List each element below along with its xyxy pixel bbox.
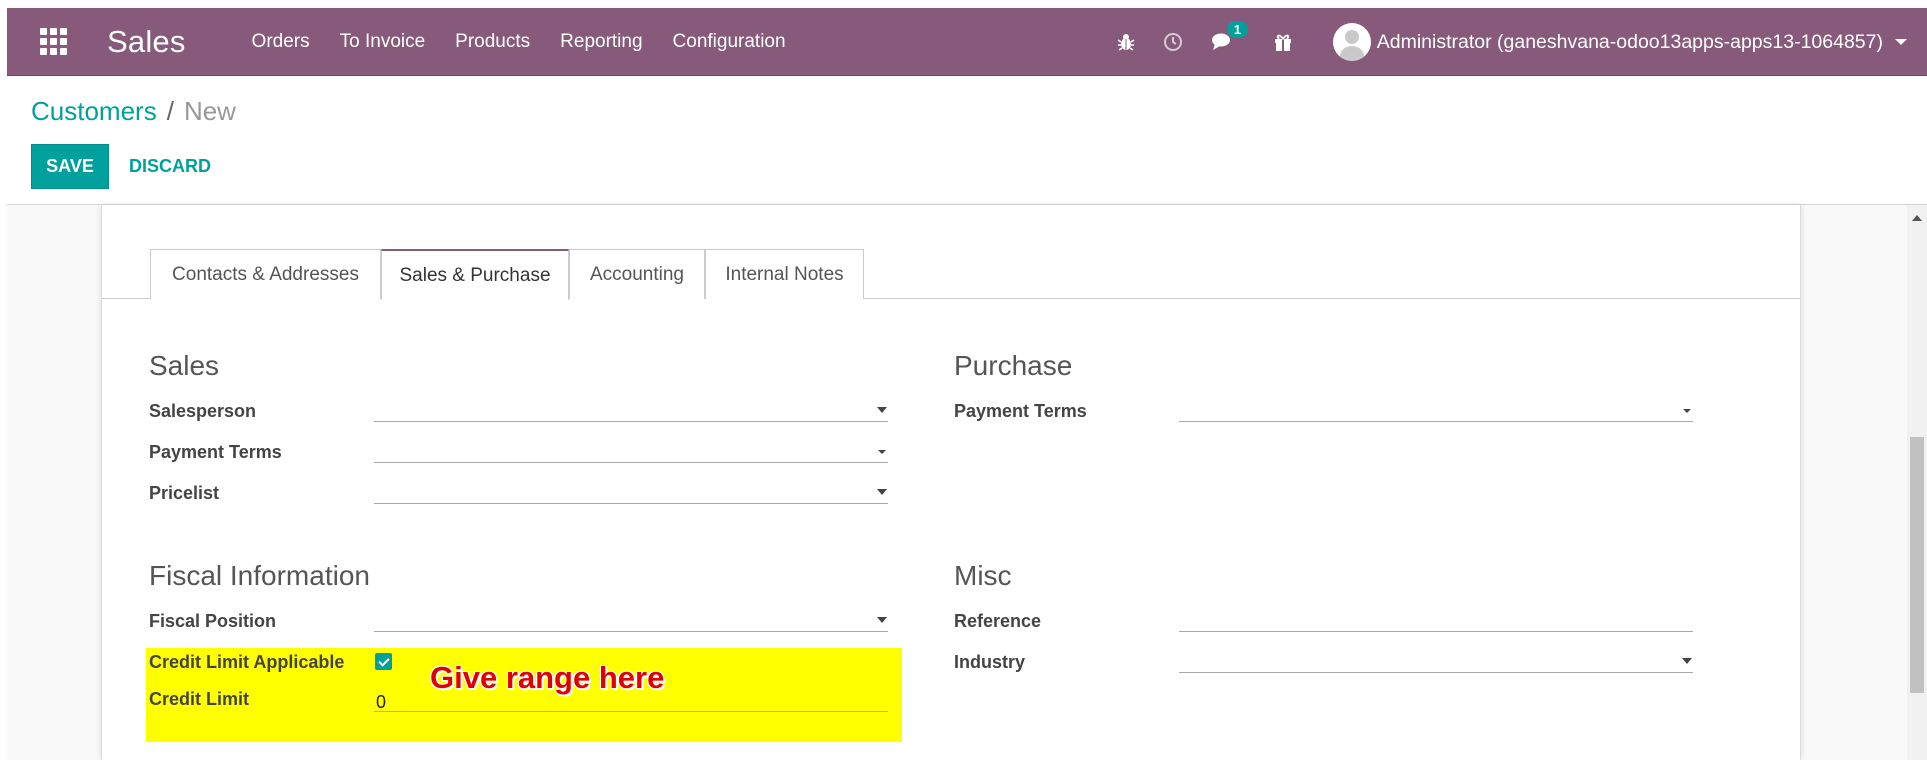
form-sheet: Contacts & Addresses Sales & Purchase Ac… bbox=[101, 205, 1801, 760]
menu-item-reporting[interactable]: Reporting bbox=[560, 31, 642, 53]
clock-icon[interactable] bbox=[1163, 32, 1183, 52]
sales-section-title: Sales bbox=[149, 350, 220, 381]
payment-terms-label: Payment Terms bbox=[149, 442, 282, 462]
top-navbar: Sales Orders To Invoice Products Reporti… bbox=[7, 8, 1927, 76]
gift-icon[interactable] bbox=[1273, 32, 1293, 52]
credit-limit-applicable-checkbox[interactable] bbox=[375, 653, 392, 670]
breadcrumb-customers[interactable]: Customers bbox=[31, 96, 157, 127]
form-content: Contacts & Addresses Sales & Purchase Ac… bbox=[7, 205, 1927, 760]
fiscal-section-title: Fiscal Information bbox=[149, 560, 370, 591]
systray: 1 Administrator (ganeshvana-odoo13apps-a… bbox=[1103, 8, 1907, 76]
dropdown-arrow-icon bbox=[1682, 658, 1692, 664]
tab-accounting[interactable]: Accounting bbox=[569, 249, 705, 299]
bug-icon[interactable] bbox=[1117, 32, 1135, 52]
fiscal-position-field[interactable] bbox=[374, 608, 888, 632]
chevron-down-icon bbox=[1895, 39, 1907, 45]
tab-internal-notes[interactable]: Internal Notes bbox=[705, 249, 864, 299]
purchase-payment-terms-field[interactable] bbox=[1179, 398, 1693, 422]
misc-section-title: Misc bbox=[954, 560, 1012, 591]
menu-item-orders[interactable]: Orders bbox=[252, 31, 310, 53]
dropdown-arrow-icon bbox=[877, 407, 887, 413]
menu-item-products[interactable]: Products bbox=[455, 31, 530, 53]
dropdown-arrow-icon bbox=[877, 489, 887, 495]
dropdown-arrow-icon bbox=[878, 450, 886, 454]
reference-field[interactable] bbox=[1179, 608, 1693, 632]
avatar bbox=[1332, 23, 1371, 61]
control-panel: Customers / New SAVE DISCARD bbox=[7, 76, 1927, 205]
credit-limit-value: 0 bbox=[376, 692, 387, 712]
user-menu[interactable]: Administrator (ganeshvana-odoo13apps-app… bbox=[1332, 23, 1907, 61]
scroll-thumb[interactable] bbox=[1910, 437, 1924, 693]
scroll-up-arrow-icon[interactable] bbox=[1912, 215, 1922, 221]
notebook-tabs: Contacts & Addresses Sales & Purchase Ac… bbox=[102, 249, 1800, 300]
annotation-text: Give range here bbox=[430, 660, 665, 695]
discard-button[interactable]: DISCARD bbox=[129, 144, 211, 189]
main-menu: Orders To Invoice Products Reporting Con… bbox=[252, 31, 816, 53]
breadcrumb-current: New bbox=[183, 96, 236, 126]
industry-field[interactable] bbox=[1179, 649, 1693, 673]
vertical-scrollbar[interactable] bbox=[1907, 205, 1927, 760]
fiscal-position-label: Fiscal Position bbox=[149, 611, 277, 631]
pricelist-field[interactable] bbox=[374, 480, 888, 504]
chat-icon[interactable]: 1 bbox=[1211, 21, 1248, 52]
breadcrumb-separator: / bbox=[166, 96, 174, 126]
chat-count-badge: 1 bbox=[1226, 21, 1248, 38]
reference-label: Reference bbox=[954, 611, 1042, 631]
dropdown-arrow-icon bbox=[1683, 409, 1691, 413]
menu-item-configuration[interactable]: Configuration bbox=[673, 31, 786, 53]
payment-terms-field[interactable] bbox=[374, 439, 888, 463]
breadcrumb: Customers / New bbox=[31, 96, 236, 127]
pricelist-label: Pricelist bbox=[149, 483, 220, 503]
dropdown-arrow-icon bbox=[877, 617, 887, 623]
app-brand[interactable]: Sales bbox=[107, 24, 186, 60]
industry-label: Industry bbox=[954, 652, 1026, 672]
tab-contacts-addresses[interactable]: Contacts & Addresses bbox=[150, 249, 381, 299]
save-button[interactable]: SAVE bbox=[31, 144, 109, 189]
purchase-section-title: Purchase bbox=[954, 350, 1073, 381]
salesperson-label: Salesperson bbox=[149, 401, 257, 421]
apps-menu-button[interactable] bbox=[21, 8, 85, 76]
salesperson-field[interactable] bbox=[374, 398, 888, 422]
purchase-payment-terms-label: Payment Terms bbox=[954, 401, 1087, 421]
menu-item-to-invoice[interactable]: To Invoice bbox=[340, 31, 426, 53]
credit-limit-label: Credit Limit bbox=[149, 689, 250, 709]
apps-grid-icon bbox=[39, 28, 67, 55]
user-name: Administrator (ganeshvana-odoo13apps-app… bbox=[1376, 30, 1883, 53]
tab-sales-purchase[interactable]: Sales & Purchase bbox=[381, 249, 569, 300]
credit-limit-applicable-label: Credit Limit Applicable bbox=[149, 652, 345, 672]
